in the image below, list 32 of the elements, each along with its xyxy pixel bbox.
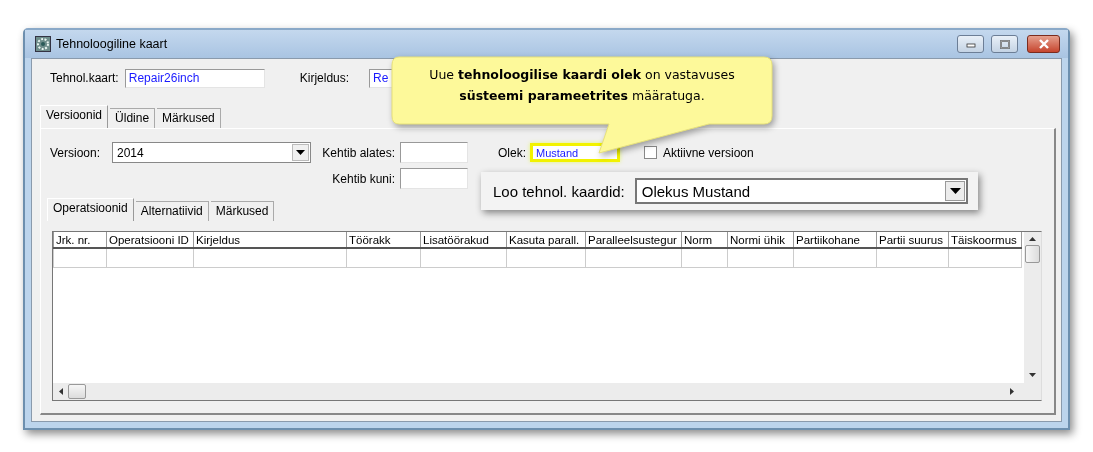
column-header[interactable]: Töörakk [346,232,421,248]
column-header[interactable]: Täiskoormus [948,232,1022,248]
status-field[interactable]: Mustand [530,143,620,162]
tab[interactable]: Märkused [157,108,221,128]
column-header[interactable]: Partiikohane [793,232,877,248]
tab[interactable]: Alternatiivid [135,201,209,221]
column-header[interactable]: Kirjeldus [193,232,347,248]
checkbox-label: Aktiivne versioon [663,145,754,160]
text-field[interactable]: Repair26inch [124,68,265,88]
window-title: Tehnoloogiline kaart [56,37,168,51]
column-header[interactable]: Operatsiooni ID [106,232,194,248]
field-label: Loo tehnol. kaardid: [493,182,625,200]
field-label: Kehtib kuni: [332,171,395,186]
column-header[interactable]: Kasuta parall. [506,232,586,248]
status-dropdown[interactable]: Olekus Mustand [634,178,968,204]
tab[interactable]: Üldine [110,108,156,128]
column-header[interactable]: Norm [681,232,728,248]
column-header[interactable]: Paralleelsustegur [585,232,682,248]
column-header[interactable]: Normi ühik [727,232,794,248]
tooltip-text: Uue tehnoloogilise kaardi olek on vastavuses süsteemi parameetrites määratuga. [428,66,736,105]
field-label: Olek: [498,145,526,160]
column-header[interactable]: Jrk. nr. [53,232,107,248]
field-label: Kehtib alates: [322,145,395,160]
tab[interactable]: Versioonid [40,105,109,128]
field-label: Versioon: [50,145,102,160]
column-header[interactable]: Partii suurus [876,232,949,248]
version-dropdown[interactable]: 2014 [112,142,311,163]
field-label: Tehnol.kaart: [50,71,119,85]
column-header[interactable]: Lisatöörakud [420,232,507,248]
tab[interactable]: Operatsioonid [47,198,134,221]
tab[interactable]: Märkused [210,201,275,221]
field-label: Kirjeldus: [299,71,350,85]
